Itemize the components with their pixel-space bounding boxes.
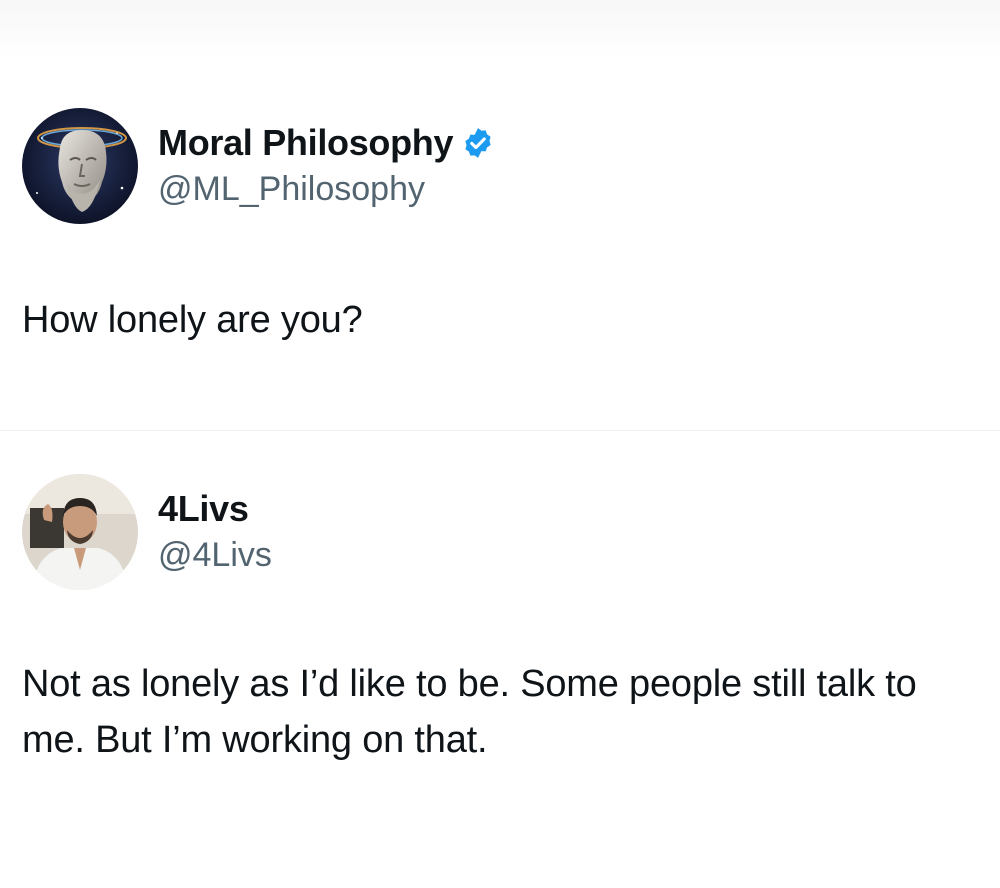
- name-block: 4Livs @4Livs: [158, 487, 272, 577]
- display-name-row: Moral Philosophy: [158, 121, 495, 165]
- screenshot-page: Moral Philosophy @ML_Philosophy How lone…: [0, 0, 1000, 888]
- display-name[interactable]: 4Livs: [158, 487, 249, 531]
- statue-avatar-icon: [22, 108, 138, 224]
- verified-badge-icon[interactable]: [461, 126, 495, 160]
- user-handle[interactable]: @4Livs: [158, 533, 272, 577]
- avatar-4livs[interactable]: [22, 474, 138, 590]
- cropped-top-remnant: [0, 0, 1000, 60]
- person-avatar-icon: [22, 474, 138, 590]
- avatar-moral-philosophy[interactable]: [22, 108, 138, 224]
- tweet-header: 4Livs @4Livs: [22, 474, 272, 590]
- display-name[interactable]: Moral Philosophy: [158, 121, 454, 165]
- tweet-divider: [0, 430, 1000, 431]
- user-handle[interactable]: @ML_Philosophy: [158, 167, 495, 211]
- tweet-text: Not as lonely as I’d like to be. Some pe…: [22, 663, 917, 761]
- tweet-text: How lonely are you?: [22, 299, 363, 341]
- tweet-header: Moral Philosophy @ML_Philosophy: [22, 108, 495, 224]
- display-name-row: 4Livs: [158, 487, 272, 531]
- name-block: Moral Philosophy @ML_Philosophy: [158, 121, 495, 211]
